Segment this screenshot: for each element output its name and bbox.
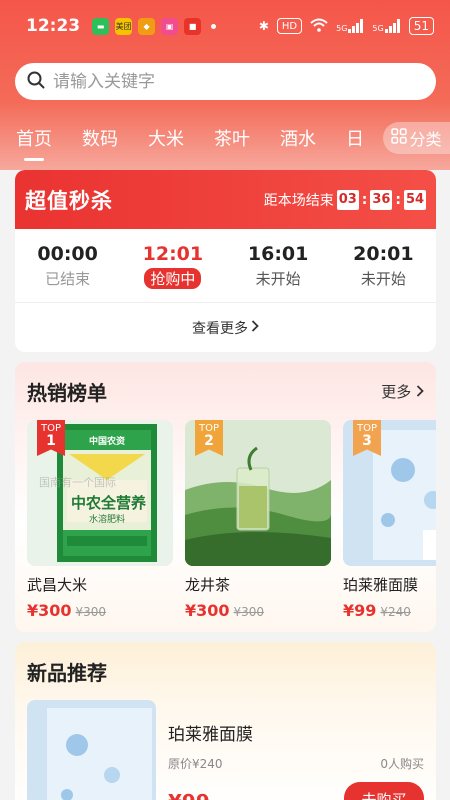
new-product-image [27, 700, 156, 800]
product-name: 龙井茶 [185, 576, 231, 594]
rice-brand-text: 中国农资 [89, 437, 126, 447]
product-card[interactable]: TOP 2 龙井茶 ¥300 ¥300 [185, 420, 331, 620]
gift-app-icon: ■ [184, 17, 202, 35]
hot-sales-header: 热销榜单 更多 [15, 362, 436, 420]
search-input[interactable] [53, 71, 393, 92]
chevron-right-icon [251, 319, 259, 336]
flash-countdown: 距本场结束 03 : 36 : 54 [263, 189, 426, 210]
new-product-meta: 原价¥240 0人购买 [168, 755, 424, 772]
view-more-label: 查看更多 [192, 320, 248, 337]
product-price: ¥300 ¥300 [185, 601, 265, 620]
new-product-orig-price: 原价¥240 [168, 757, 223, 771]
product-image-rice: 中国农资 中农全营养 水溶肥料 国南有一个国际 TOP 1 [27, 420, 173, 566]
notification-dot [211, 23, 217, 29]
product-old-price: ¥300 [75, 605, 107, 619]
new-product-name: 珀莱雅面膜 [168, 725, 253, 745]
new-product-info: 珀莱雅面膜 原价¥240 0人购买 ¥99 去购买 [168, 700, 424, 800]
countdown-label: 距本场结束 [263, 192, 334, 209]
slot-time: 20:01 [353, 242, 414, 265]
product-name: 武昌大米 [27, 576, 88, 594]
meituan-app-icon: 美团 [115, 17, 133, 35]
slot-time: 00:00 [37, 242, 98, 265]
message-app-icon: ▬ [92, 17, 110, 35]
product-image-tea: TOP 2 [185, 420, 331, 566]
hot-sales-title: 热销榜单 [27, 380, 107, 405]
flash-sale-header: 超值秒杀 距本场结束 03 : 36 : 54 [15, 170, 436, 229]
new-product-item[interactable]: 珀莱雅面膜 原价¥240 0人购买 ¥99 去购买 [15, 700, 436, 800]
status-bar: 12:23 ▬ 美团 ◆ ▣ ■ ✱ HD 5G 5G 51 [0, 0, 450, 52]
rice-title-text: 中农全营养 [71, 494, 147, 512]
new-products-header: 新品推荐 [15, 642, 436, 700]
signal-icon-1: 5G [336, 19, 364, 33]
rice-subtitle-text: 水溶肥料 [89, 515, 126, 525]
product-old-price: ¥300 [233, 605, 265, 619]
product-image-mask: TOP 3 [343, 420, 436, 566]
live-app-icon: ▣ [161, 17, 179, 35]
slot-time: 12:01 [142, 242, 204, 265]
watermark-text: 国南有一个国际 [39, 476, 116, 489]
product-card[interactable]: 中国农资 中农全营养 水溶肥料 国南有一个国际 TOP 1 武昌大米 ¥300 ¥3… [27, 420, 173, 620]
category-menu-label: 分类 [409, 130, 442, 149]
more-label: 更多 [381, 382, 412, 401]
status-time: 12:23 [26, 16, 81, 36]
grid-icon [391, 128, 408, 148]
shop-app-icon: ◆ [138, 17, 156, 35]
product-price: ¥300 ¥300 [27, 601, 107, 620]
product-card[interactable]: TOP 3 珀莱雅面膜 ¥99 ¥240 [343, 420, 436, 620]
new-products-title: 新品推荐 [27, 660, 107, 685]
tab-digital[interactable]: 数码 [82, 125, 118, 151]
search-icon [27, 71, 45, 93]
tab-tea[interactable]: 茶叶 [214, 125, 250, 151]
tab-liquor[interactable]: 酒水 [280, 125, 316, 151]
battery-indicator: 51 [408, 17, 434, 35]
chevron-right-icon [416, 383, 424, 401]
slot-state: 抢购中 [144, 267, 202, 289]
flash-view-more-link[interactable]: 查看更多 [15, 302, 436, 352]
slot-state: 未开始 [255, 269, 301, 288]
hot-sales-card: 热销榜单 更多 中国农资 中农全营养 水溶肥料 国南有一个国际 TOP 1 武昌… [15, 362, 436, 632]
time-slot-current[interactable]: 12:01 抢购中 [120, 243, 225, 289]
slot-time: 16:01 [247, 242, 309, 265]
countdown-minutes: 36 [370, 189, 393, 210]
category-menu-button[interactable]: 分类 [383, 122, 450, 154]
bluetooth-icon: ✱ [258, 19, 269, 33]
slot-state: 未开始 [360, 269, 406, 288]
product-name: 珀莱雅面膜 [343, 576, 419, 594]
product-price: ¥99 ¥240 [343, 601, 411, 620]
new-products-card: 新品推荐 珀莱雅面膜 原价¥240 0人购买 ¥99 去购买 [15, 642, 436, 800]
product-old-price: ¥240 [380, 605, 411, 619]
new-product-sold: 0人购买 [380, 757, 424, 771]
buy-button[interactable]: 去购买 [344, 782, 424, 800]
time-slot[interactable]: 16:01 未开始 [226, 243, 331, 289]
countdown-hours: 03 [336, 189, 359, 210]
tab-rice[interactable]: 大米 [148, 125, 184, 151]
time-slot[interactable]: 00:00 已结束 [15, 243, 120, 289]
hot-product-list: 中国农资 中农全营养 水溶肥料 国南有一个国际 TOP 1 武昌大米 ¥300 ¥3… [15, 420, 436, 620]
time-slot[interactable]: 20:01 未开始 [331, 243, 436, 289]
hd-badge: HD [276, 18, 303, 34]
tab-home[interactable]: 首页 [16, 125, 52, 161]
hot-sales-more-link[interactable]: 更多 [381, 381, 424, 402]
signal-icon-2: 5G [372, 19, 400, 33]
slot-state: 已结束 [45, 269, 91, 288]
countdown-seconds: 54 [404, 189, 426, 210]
tab-partial[interactable]: 日 [346, 125, 364, 151]
flash-sale-card: 超值秒杀 距本场结束 03 : 36 : 54 00:00 已结束 12:01 … [15, 170, 436, 352]
flash-time-slots: 00:00 已结束 12:01 抢购中 16:01 未开始 20:01 未开始 [15, 229, 436, 302]
search-bar[interactable] [15, 63, 436, 100]
wifi-icon [310, 18, 328, 35]
flash-sale-title: 超值秒杀 [25, 188, 113, 213]
